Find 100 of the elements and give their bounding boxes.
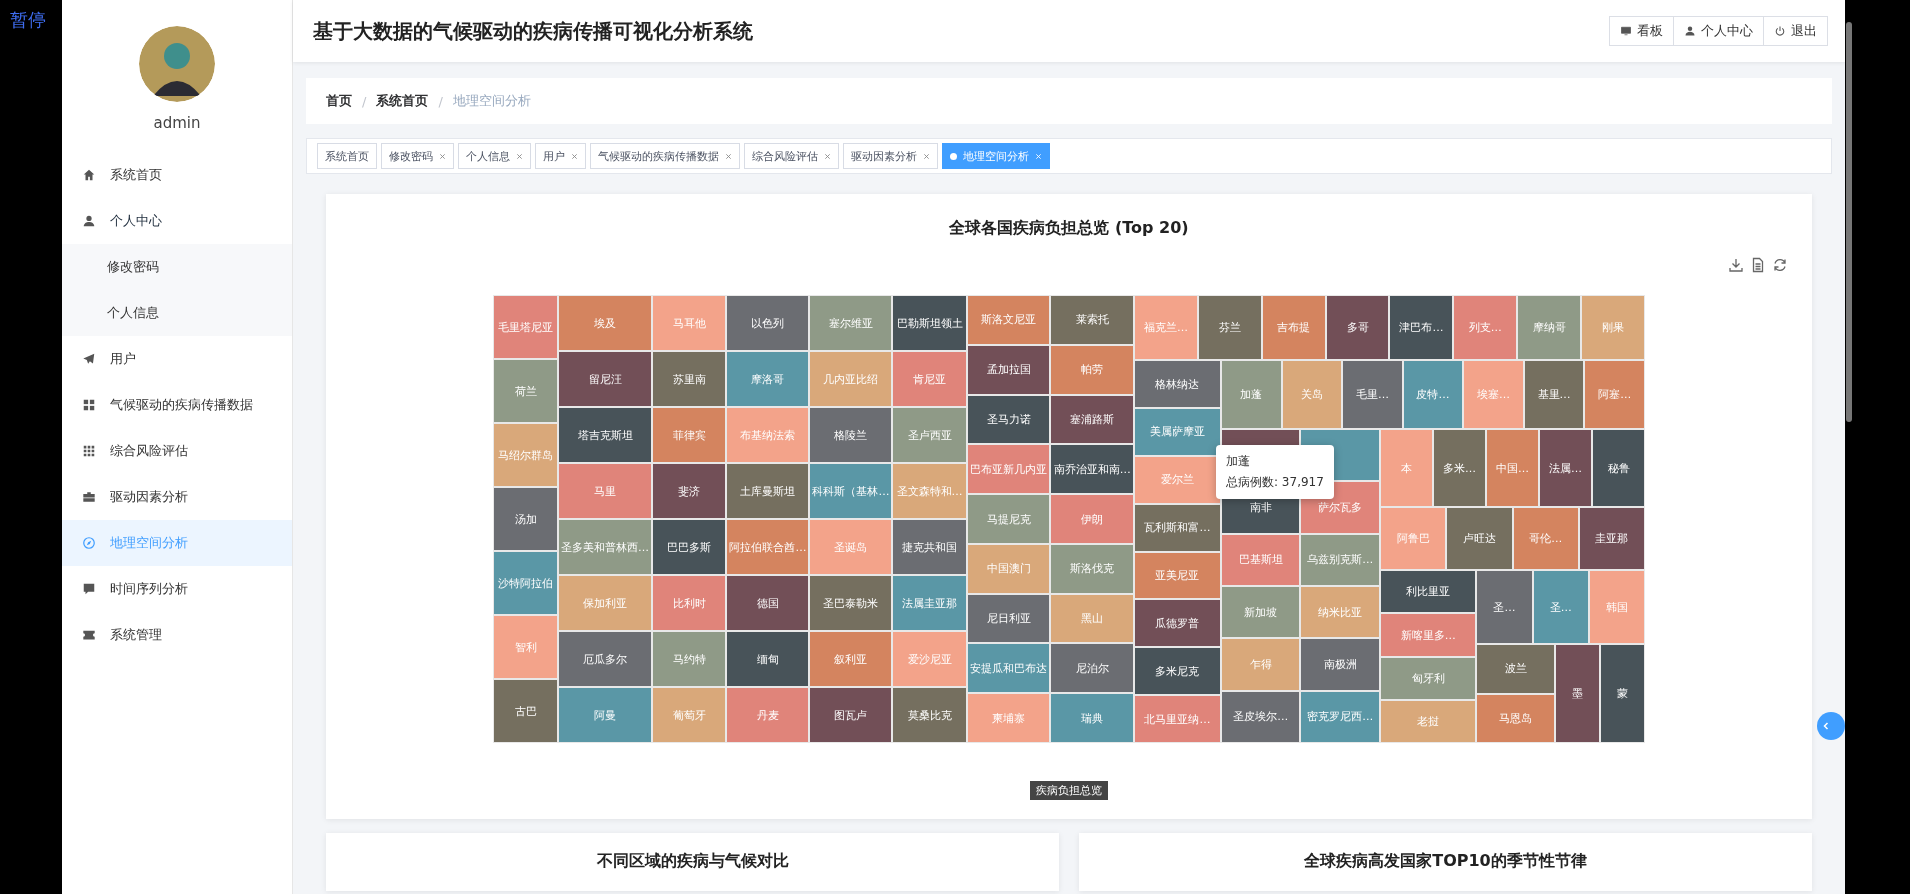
tab[interactable]: 气候驱动的疾病传播数据 [590, 143, 740, 169]
menu-item[interactable]: 气候驱动的疾病传播数据 [62, 382, 292, 428]
menu-item[interactable]: 系统管理 [62, 612, 292, 658]
tile-label: 汤加 [514, 511, 537, 527]
tab[interactable]: 驱动因素分析 [843, 143, 938, 169]
tile-label: 莫桑比克 [907, 707, 952, 723]
tile-label: 圣马力诺 [986, 411, 1031, 427]
tile-label: 多哥 [1346, 320, 1369, 336]
close-icon[interactable] [824, 152, 831, 160]
close-icon[interactable] [725, 152, 732, 160]
tile-label: 古巴 [514, 703, 537, 719]
breadcrumb-link[interactable]: 首页 [326, 92, 352, 110]
tab[interactable]: 系统首页 [317, 143, 377, 169]
tile-label: 图瓦卢 [834, 707, 868, 723]
tile-label: 圣文森特和… [896, 483, 963, 499]
tile-label: 智利 [514, 639, 537, 655]
close-icon[interactable] [516, 152, 523, 160]
tile-label: 吉布提 [1277, 320, 1311, 336]
power-icon [1774, 25, 1786, 37]
close-icon[interactable] [923, 152, 930, 160]
tile-label: 瓦利斯和富… [1144, 520, 1211, 536]
monitor-icon [1620, 25, 1632, 37]
tile-label: 多米… [1443, 460, 1476, 476]
tile-label: 瓜德罗普 [1155, 615, 1200, 631]
menu-item[interactable]: 综合风险评估 [62, 428, 292, 474]
tile-label: 肯尼亚 [913, 371, 947, 387]
tile-label: 萨尔瓦多 [1318, 499, 1363, 515]
collapse-handle[interactable] [1817, 712, 1845, 740]
tile-label: 马耳他 [672, 315, 706, 331]
tile-label: 阿曼 [594, 707, 617, 723]
active-dot-icon [950, 152, 957, 160]
tile-label: 爱尔兰 [1160, 472, 1194, 488]
tile-label: 乍得 [1249, 657, 1272, 672]
tooltip-value: 总病例数: 37,917 [1226, 474, 1324, 491]
refresh-icon[interactable] [1772, 257, 1788, 273]
tile-label: 圣卢西亚 [907, 427, 952, 443]
download-icon[interactable] [1728, 257, 1744, 273]
tab[interactable]: 综合风险评估 [744, 143, 839, 169]
header-button[interactable]: 看板 [1609, 16, 1674, 46]
pause-label[interactable]: 暂停 [10, 9, 46, 30]
menu-item[interactable]: 时间序列分析 [62, 566, 292, 612]
menu-icon [82, 168, 96, 182]
close-icon[interactable] [571, 152, 578, 160]
breadcrumb-separator: / [362, 93, 367, 109]
menu-item[interactable]: 驱动因素分析 [62, 474, 292, 520]
tile-label: 法属… [1549, 460, 1582, 476]
tile-label: 德国 [756, 595, 779, 611]
tile-label: 乌兹别克斯… [1307, 552, 1374, 568]
close-icon[interactable] [439, 152, 446, 160]
tab[interactable]: 用户 [535, 143, 586, 169]
tile-label: 比利时 [672, 595, 706, 611]
tile-label: 缅甸 [756, 651, 779, 667]
tile-label: 塞尔维亚 [828, 315, 873, 331]
tile-label: 巴布亚新几内亚 [970, 461, 1047, 477]
document-icon[interactable] [1750, 257, 1766, 273]
submenu-item[interactable]: 修改密码 [62, 244, 292, 290]
tile-label: 荷兰 [514, 383, 537, 399]
tile-label: 阿塞… [1598, 387, 1632, 402]
menu-icon [82, 628, 96, 642]
tile-label: 埃及 [594, 315, 617, 331]
tile-label: 巴基斯坦 [1238, 552, 1283, 568]
tile-label: 葡萄牙 [672, 707, 706, 723]
header-button[interactable]: 退出 [1763, 16, 1828, 46]
tooltip-title: 加蓬 [1226, 453, 1251, 470]
tile-label: 新加坡 [1244, 604, 1278, 620]
scrollbar[interactable] [1846, 22, 1852, 422]
tile-label: 爱沙尼亚 [907, 651, 952, 667]
header-button[interactable]: 个人中心 [1673, 16, 1764, 46]
tile-label: 圣诞岛 [834, 539, 868, 555]
tile-label: 蒙 [1616, 686, 1628, 702]
tile-label: 中国澳门 [986, 561, 1031, 577]
tile-label: 马约特 [672, 651, 706, 667]
tile-label: 圣… [1493, 599, 1516, 615]
breadcrumb-link[interactable]: 系统首页 [376, 92, 429, 110]
tab[interactable]: 个人信息 [458, 143, 531, 169]
menu-item[interactable]: 用户 [62, 336, 292, 382]
tab[interactable]: 修改密码 [381, 143, 454, 169]
tile-label: 留尼汪 [588, 371, 622, 387]
tile-label: 马提尼克 [986, 511, 1031, 527]
tile-label: 尼日利亚 [986, 611, 1031, 627]
tile-label: 南极洲 [1323, 657, 1357, 672]
tile-label: 法属圭亚那 [902, 595, 958, 611]
tile-label: 伊朗 [1081, 511, 1104, 527]
tile-label: 圣皮埃尔… [1233, 709, 1289, 725]
tile-label: 叙利亚 [834, 651, 868, 667]
menu-item[interactable]: 系统首页 [62, 152, 292, 198]
tile-label: 以色列 [751, 315, 785, 331]
tile-label: 丹麦 [756, 707, 779, 723]
submenu-item[interactable]: 个人信息 [62, 290, 292, 336]
tile-label: 纳米比亚 [1318, 604, 1363, 620]
user-icon [1684, 25, 1696, 37]
tile-label: 津巴布… [1399, 320, 1444, 336]
tile-label: 斯洛伐克 [1070, 561, 1115, 577]
legend-label[interactable]: 疾病负担总览 [1030, 781, 1108, 800]
tile-label: 格陵兰 [834, 427, 868, 443]
tile-label: 摩洛哥 [751, 371, 785, 387]
tile-label: 苏里南 [672, 371, 706, 387]
menu-item[interactable]: 个人中心 [62, 198, 292, 244]
tile-label: 安提瓜和巴布达 [970, 660, 1047, 676]
tile-label: 阿鲁巴 [1396, 531, 1430, 547]
